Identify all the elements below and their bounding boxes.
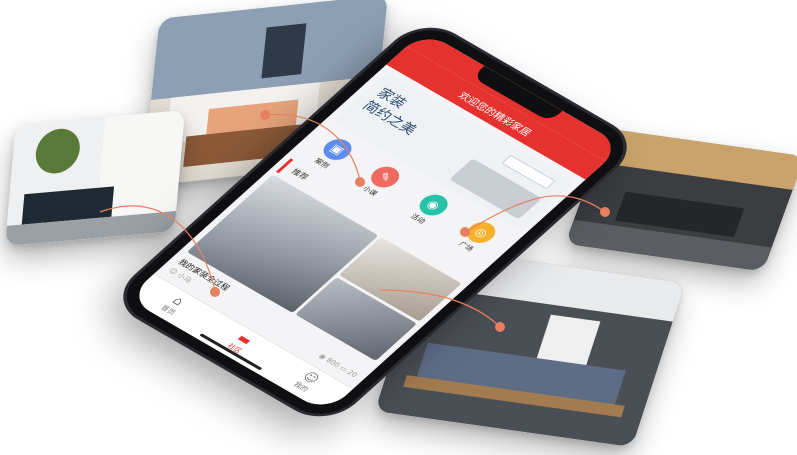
tab-profile[interactable]: ☺ 我的 — [291, 370, 323, 394]
interior-photo-living-room — [5, 109, 185, 247]
tab-home[interactable]: ⌂ 首页 — [158, 293, 189, 317]
